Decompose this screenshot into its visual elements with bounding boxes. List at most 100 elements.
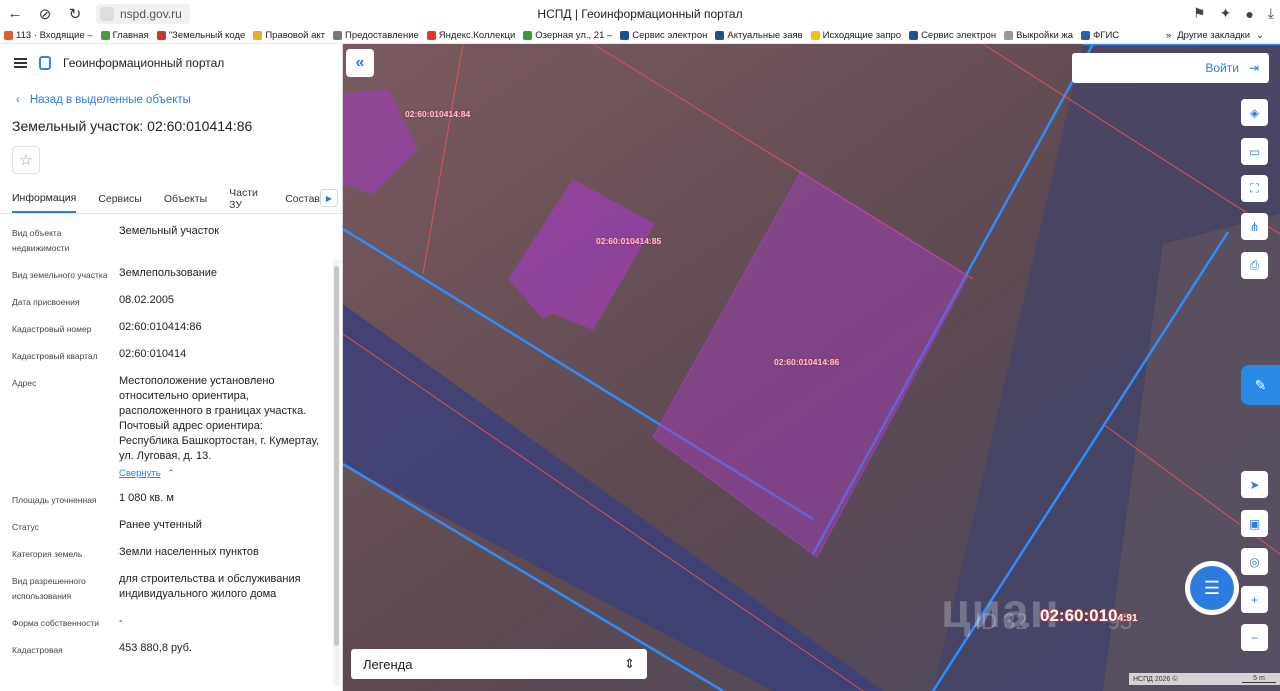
bookmarks-overflow-icon[interactable]: » xyxy=(1166,30,1171,41)
property-value-text: - xyxy=(119,615,123,627)
property-value: - xyxy=(119,614,324,631)
bookmark-item[interactable]: Выкройки жа xyxy=(1000,30,1077,41)
bookmark-label: "Земельный коде xyxy=(168,29,246,41)
property-value-text: 453 880,8 руб. xyxy=(119,642,192,654)
bookmark-label: Яндекс.Коллекци xyxy=(438,29,516,41)
bookmark-item[interactable]: "Земельный коде xyxy=(153,30,250,41)
parcel-label-85[interactable]: 02:60:010414:85 xyxy=(596,236,661,246)
site-info-icon[interactable] xyxy=(100,6,114,21)
property-value-text: Землепользование xyxy=(119,267,218,279)
property-row: Адрес Местоположение установлено относите… xyxy=(12,374,342,481)
browser-actions: ⚑ ✦ ● ⤓ xyxy=(1193,0,1274,27)
tab-1[interactable]: Сервисы xyxy=(98,184,142,213)
back-arrow-icon[interactable]: ← xyxy=(0,0,30,27)
bookmark-item[interactable]: Яндекс.Коллекци xyxy=(423,30,519,41)
bookmark-icon xyxy=(4,30,13,40)
extension-icon[interactable]: ✦ xyxy=(1220,5,1232,22)
tab-3[interactable]: Части ЗУ xyxy=(229,184,263,213)
property-label: Кадастровый номер xyxy=(12,324,92,334)
tab-0[interactable]: Информация xyxy=(12,184,77,213)
sidebar-scrollbar[interactable] xyxy=(333,260,340,685)
scrollbar-thumb[interactable] xyxy=(334,266,339,646)
menu-icon[interactable] xyxy=(14,58,27,68)
property-value: Землепользование xyxy=(119,266,324,283)
bookmark-item[interactable]: Правовой акт xyxy=(249,30,329,41)
property-value: Земельный участок xyxy=(119,224,324,256)
collapse-sidebar-button[interactable]: « xyxy=(346,49,374,77)
favorite-star-icon[interactable]: ☆ xyxy=(12,146,40,174)
bookmark-label: Исходящие запро xyxy=(822,29,902,41)
bookmark-item[interactable]: Предоставление xyxy=(329,30,423,41)
print-icon[interactable]: ⎙ xyxy=(1241,252,1268,279)
navigate-icon[interactable]: ➤ xyxy=(1241,471,1268,498)
bookmark-icon xyxy=(1081,30,1091,40)
shield-icon[interactable]: ⊘ xyxy=(30,0,60,27)
property-label: Кадастровая xyxy=(12,645,63,655)
bookmark-icon xyxy=(620,30,630,40)
tab-4[interactable]: Состав xyxy=(285,184,320,213)
property-value-text: 02:60:010414:86 xyxy=(119,321,202,333)
profile-icon[interactable]: ● xyxy=(1245,6,1253,22)
info-tabs: Информация Сервисы Объекты Части ЗУ Состав ▶ xyxy=(0,184,342,214)
share-icon[interactable]: ⋔ xyxy=(1241,213,1268,240)
bookmark-item[interactable]: Сервис электрон xyxy=(616,30,711,41)
property-row: Дата присвоения 08.02.2005 xyxy=(12,293,342,310)
chat-icon[interactable]: ☰ xyxy=(1190,566,1234,610)
other-bookmarks-label: Другие закладки xyxy=(1177,29,1251,41)
bookmark-item[interactable]: Главная xyxy=(97,30,153,41)
other-bookmarks[interactable]: » Другие закладки ⌄ xyxy=(1166,30,1280,41)
back-to-selected-link[interactable]: ‹ Назад в выделенные объекты xyxy=(0,90,342,110)
bookmark-label: 113 · Входящие – xyxy=(16,29,93,41)
bookmark-label: Сервис электрон xyxy=(921,29,997,41)
property-value: 02:60:010414:86 xyxy=(119,320,324,337)
address-bar[interactable]: nspd.gov.ru xyxy=(96,3,190,24)
property-label: Адрес xyxy=(12,378,37,388)
zoom-out-button[interactable]: − xyxy=(1241,624,1268,651)
property-row: Статус Ранее учтенный xyxy=(12,518,342,535)
tabs-scroll-right-icon[interactable]: ▶ xyxy=(320,189,338,207)
property-row: Форма собственности - xyxy=(12,614,342,631)
bookmark-item[interactable]: Актуальные заяв xyxy=(711,30,806,41)
chevron-up-icon[interactable]: ⌃ xyxy=(165,468,175,478)
bookmark-item[interactable]: Исходящие запро xyxy=(807,30,905,41)
property-row: Вид разрешенного использования для строит… xyxy=(12,572,342,604)
bookmark-label: Озерная ул., 21 – xyxy=(535,29,613,41)
property-row: Вид объекта недвижимости Земельный участо… xyxy=(12,224,342,256)
property-value-text: Местоположение установлено относительно … xyxy=(119,375,319,462)
tab-2[interactable]: Объекты xyxy=(164,184,207,213)
portal-logo-icon xyxy=(39,56,51,70)
property-value: для строительства и обслуживания индивид… xyxy=(119,572,324,604)
download-icon[interactable]: ⤓ xyxy=(1268,5,1274,22)
property-label: Статус xyxy=(12,522,39,532)
property-label: Дата присвоения xyxy=(12,297,80,307)
select-area-icon[interactable]: ⛶ xyxy=(1241,175,1268,202)
map-view[interactable]: 02:60:010414:84 02:60:010414:85 02:60:01… xyxy=(343,44,1280,691)
zoom-in-button[interactable]: + xyxy=(1241,586,1268,613)
page-title: Земельный участок: 02:60:010414:86 xyxy=(12,118,253,134)
ruler-icon[interactable]: ▭ xyxy=(1241,138,1268,165)
parcel-label-84[interactable]: 02:60:010414:84 xyxy=(405,109,470,119)
login-button[interactable]: Войти ⇥ xyxy=(1072,53,1269,83)
bookmark-flag-icon[interactable]: ⚑ xyxy=(1193,5,1206,22)
bookmark-item[interactable]: Озерная ул., 21 – xyxy=(519,30,616,41)
minimap-icon[interactable]: ▣ xyxy=(1241,510,1268,537)
property-row: Кадастровый квартал 02:60:010414 xyxy=(12,347,342,364)
legend-dropdown[interactable]: Легенда ⇕ xyxy=(351,649,647,679)
layers-icon[interactable]: ◈ xyxy=(1241,99,1268,126)
large-parcel-label[interactable]: 02:60:0104:91 xyxy=(1040,606,1138,626)
bookmark-item[interactable]: 113 · Входящие – xyxy=(0,30,97,41)
property-value-text: 08.02.2005 xyxy=(119,294,175,306)
property-label: Вид разрешенного использования xyxy=(12,576,86,601)
collapse-address-link[interactable]: Свернуть xyxy=(119,466,161,481)
chevron-left-icon: ‹ xyxy=(16,94,20,106)
bookmark-item[interactable]: ФГИС xyxy=(1077,30,1123,41)
parcel-label-86[interactable]: 02:60:010414:86 xyxy=(774,357,839,367)
feedback-tab-icon[interactable]: ✎ xyxy=(1241,365,1280,405)
bookmark-icon xyxy=(909,30,919,40)
bookmark-item[interactable]: Сервис электрон xyxy=(905,30,1000,41)
bookmark-icon xyxy=(426,30,436,40)
locate-icon[interactable]: ◎ xyxy=(1241,548,1268,575)
bookmark-icon xyxy=(100,30,110,40)
reload-icon[interactable]: ↻ xyxy=(60,0,90,27)
bookmark-label: Актуальные заяв xyxy=(727,29,803,41)
